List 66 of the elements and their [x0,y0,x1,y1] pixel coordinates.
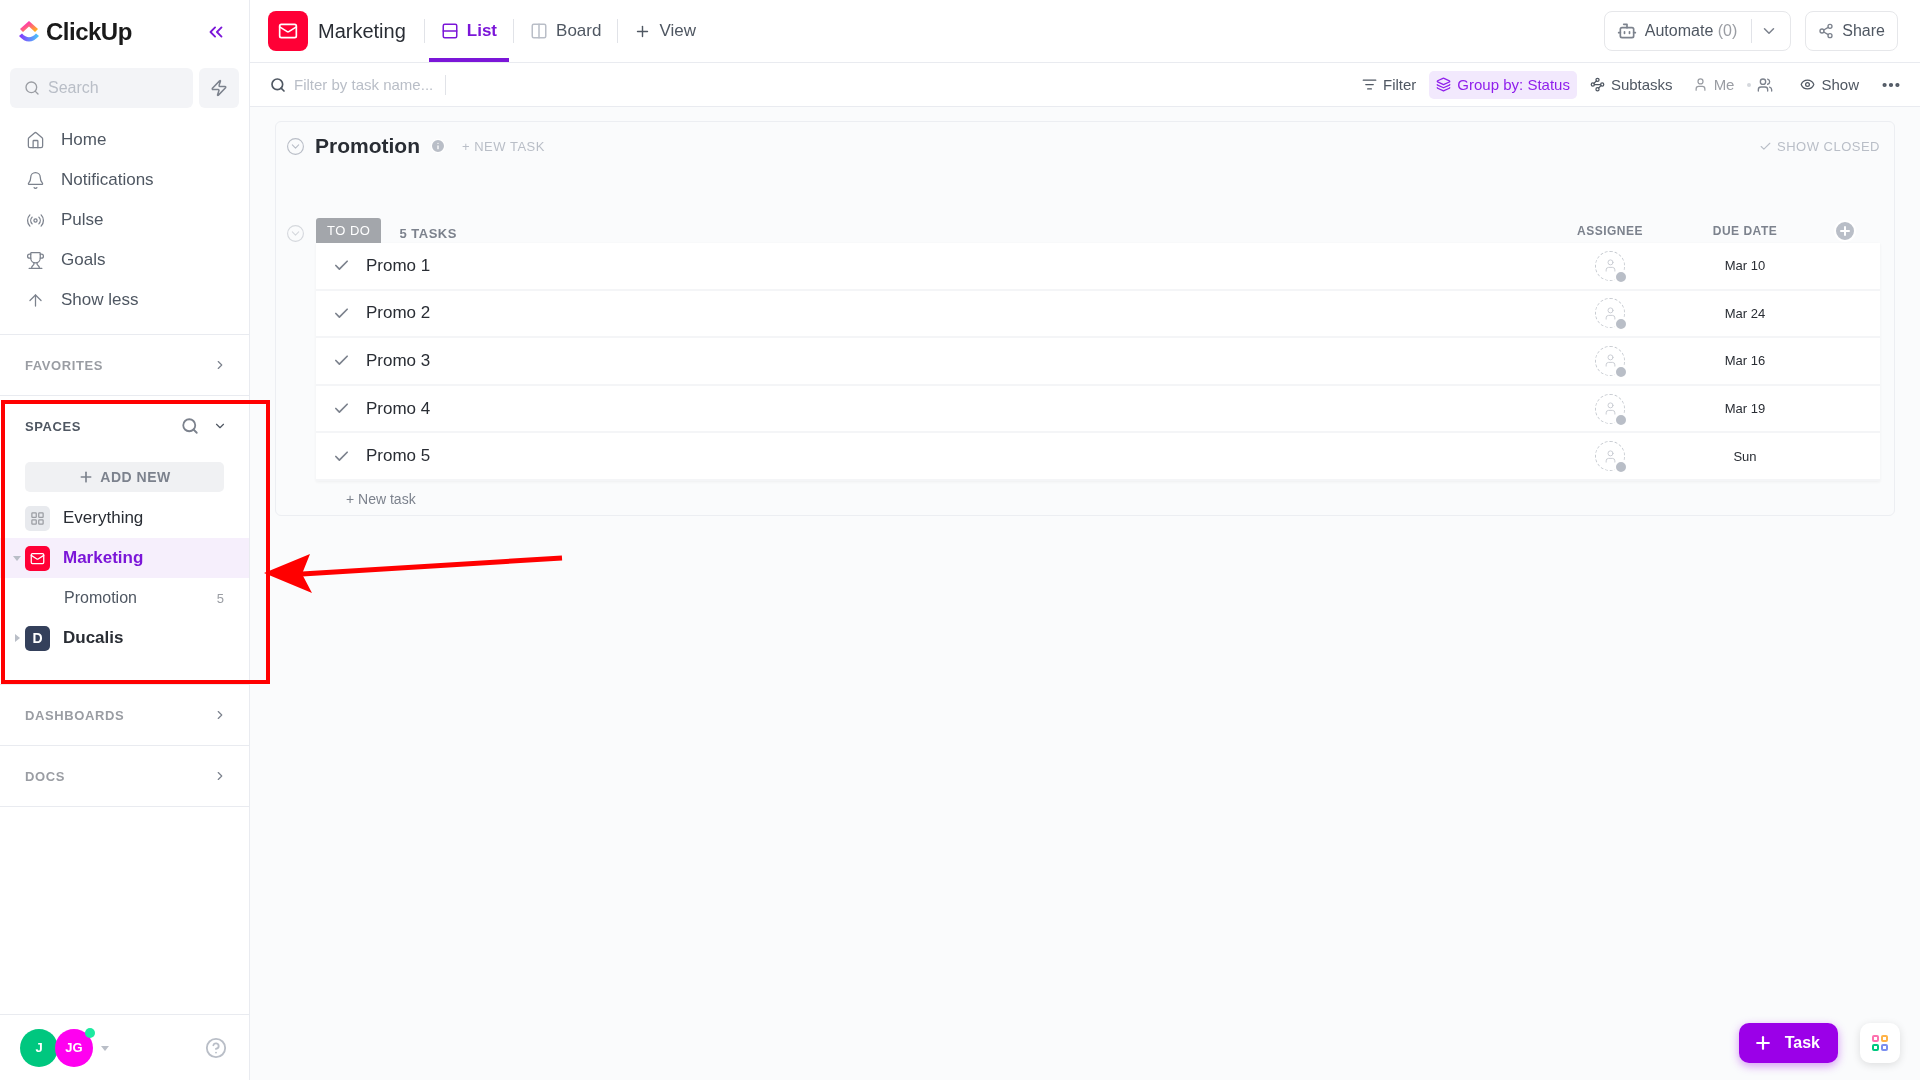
apps-button[interactable] [1860,1023,1900,1063]
new-task-link[interactable]: + New task [346,490,1880,507]
share-button[interactable]: Share [1805,11,1898,51]
caret-icon[interactable] [101,1043,109,1052]
toolbar-button[interactable]: Show [1793,70,1866,99]
search-icon [270,76,286,93]
space-item[interactable]: Marketing [0,538,249,578]
search-icon[interactable] [181,417,199,435]
nav-item[interactable]: Goals [0,240,249,280]
space-title: Marketing [318,19,406,43]
lightning-icon [210,79,228,97]
lightning-button[interactable] [199,68,239,108]
trophy-icon [26,250,45,270]
home-icon [26,130,45,150]
list-name: Promotion [64,589,137,607]
due-date[interactable]: Mar 10 [1680,258,1810,274]
layers-icon [1436,77,1452,92]
grid-icon [25,505,50,531]
list-item[interactable]: Promotion 5 [0,578,249,618]
nav-item[interactable]: Show less [0,280,249,320]
task-name[interactable]: Promo 5 [366,446,1540,467]
caret-icon[interactable] [13,554,21,562]
task-name[interactable]: Promo 1 [366,255,1540,276]
logo-text: ClickUp [46,18,132,46]
list-title: Promotion [315,134,420,158]
mail-icon [268,11,308,51]
space-item[interactable]: D Ducalis [0,618,249,658]
help-icon[interactable] [205,1036,227,1059]
new-task-button[interactable]: Task [1738,1023,1838,1063]
nav-item[interactable]: Pulse [0,200,249,240]
section-title: SPACES [25,418,82,434]
due-date[interactable]: Mar 24 [1680,305,1810,321]
people-icon[interactable] [1757,76,1774,93]
column-header[interactable]: DUE DATE [1680,223,1810,238]
list-icon [440,22,459,40]
robot-icon [1616,21,1637,41]
column-header[interactable]: ASSIGNEE [1540,223,1680,238]
due-date[interactable]: Mar 19 [1680,401,1810,417]
subtasks-icon [1589,77,1605,92]
due-date[interactable]: Mar 16 [1680,353,1810,369]
space-initial-icon: D [25,625,50,651]
toolbar-button[interactable]: Subtasks [1582,70,1680,99]
task-name[interactable]: Promo 3 [366,351,1540,371]
apps-grid-icon [1871,1034,1889,1052]
task-name[interactable]: Promo 2 [366,303,1540,324]
task-count: 5 [216,590,224,606]
filter-icon [1362,77,1377,92]
nav-item[interactable]: Home [0,120,249,160]
person-icon [1692,77,1708,92]
nav-item[interactable]: Notifications [0,160,249,200]
task-name[interactable]: Promo 4 [366,398,1540,419]
task-count: 5 TASKS [399,226,457,243]
search-icon [24,80,40,96]
toolbar-button[interactable]: Group by: Status [1429,70,1577,99]
info-icon[interactable] [430,138,446,154]
bell-icon [26,170,45,190]
toolbar-button[interactable]: Filter [1355,70,1424,99]
add-view-tab[interactable]: View [622,0,708,62]
automate-button[interactable]: Automate (0) [1603,11,1792,51]
board-tab[interactable]: Board [518,0,614,62]
caret-icon[interactable] [13,634,21,642]
share-icon [1818,23,1835,39]
eye-icon [1800,77,1816,92]
space-item[interactable]: Everything [0,498,249,538]
due-date[interactable]: Sun [1680,448,1810,464]
board-icon [530,22,549,40]
